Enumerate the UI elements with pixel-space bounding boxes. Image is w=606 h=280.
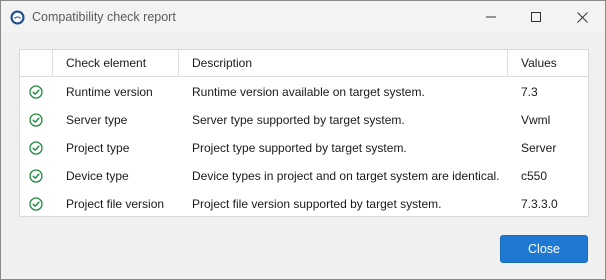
table-row[interactable]: Server type Server type supported by tar… — [20, 106, 588, 134]
value-cell: Server — [521, 141, 557, 155]
check-element-cell: Project type — [66, 141, 130, 155]
description-cell: Device types in project and on target sy… — [192, 169, 500, 183]
check-circle-icon — [29, 113, 43, 127]
title-bar[interactable]: Compatibility check report — [1, 1, 605, 33]
close-button[interactable]: Close — [500, 235, 588, 263]
window-title: Compatibility check report — [32, 10, 176, 24]
close-window-button[interactable] — [559, 1, 605, 33]
minimize-button[interactable] — [468, 1, 514, 33]
compatibility-report-dialog: Compatibility check report Check element… — [0, 0, 606, 280]
check-circle-icon — [29, 197, 43, 211]
check-element-cell: Runtime version — [66, 85, 153, 99]
value-cell: Vwml — [521, 113, 551, 127]
value-cell: c550 — [521, 169, 548, 183]
table-row[interactable]: Project type Project type supported by t… — [20, 134, 588, 162]
table-header: Check element Description Values — [20, 50, 588, 77]
minimize-icon — [486, 16, 496, 18]
description-cell: Project file version supported by target… — [192, 197, 442, 211]
description-cell: Server type supported by target system. — [192, 113, 405, 127]
close-icon — [576, 11, 588, 23]
description-cell: Project type supported by target system. — [192, 141, 407, 155]
column-header-description[interactable]: Description — [178, 50, 507, 76]
column-header-values[interactable]: Values — [507, 50, 588, 76]
maximize-button[interactable] — [513, 1, 559, 33]
description-cell: Runtime version available on target syst… — [192, 85, 425, 99]
maximize-icon — [531, 12, 541, 22]
app-logo-icon — [10, 10, 25, 25]
column-header-check-element[interactable]: Check element — [52, 50, 178, 76]
table-row[interactable]: Project file version Project file versio… — [20, 190, 588, 218]
value-cell: 7.3 — [521, 85, 538, 99]
table-row[interactable]: Device type Device types in project and … — [20, 162, 588, 190]
check-element-cell: Project file version — [66, 197, 165, 211]
check-circle-icon — [29, 85, 43, 99]
table-row[interactable]: Runtime version Runtime version availabl… — [20, 78, 588, 106]
check-circle-icon — [29, 141, 43, 155]
check-results-table: Check element Description Values Runtime… — [19, 49, 589, 217]
check-circle-icon — [29, 169, 43, 183]
column-header-status[interactable] — [20, 50, 52, 76]
value-cell: 7.3.3.0 — [521, 197, 558, 211]
check-element-cell: Device type — [66, 169, 129, 183]
check-element-cell: Server type — [66, 113, 128, 127]
